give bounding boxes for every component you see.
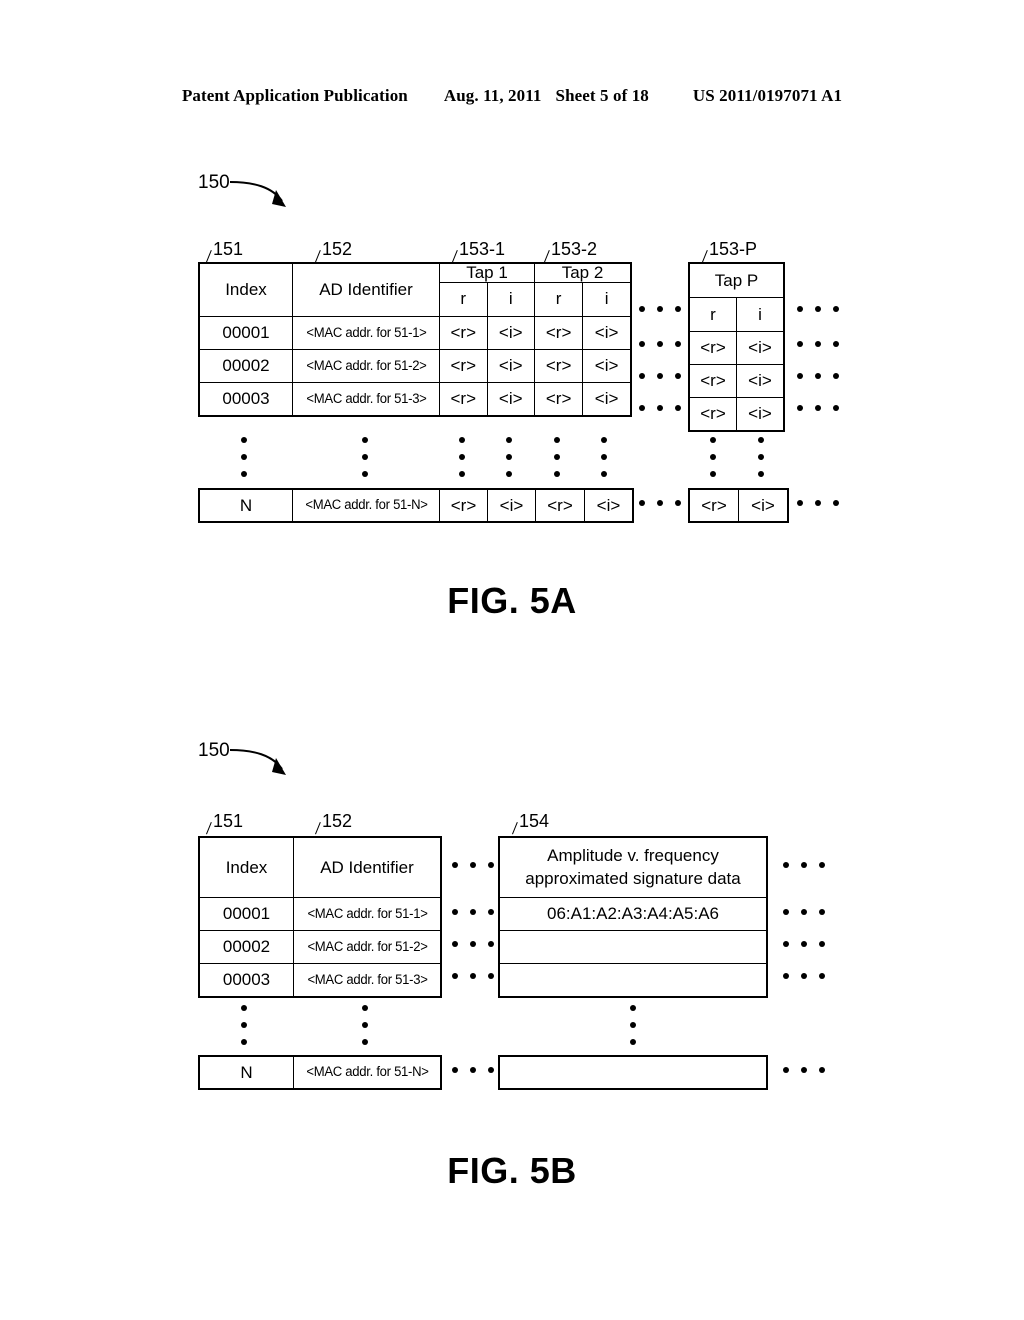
table-row [498, 930, 768, 964]
ellipsis-horizontal [452, 862, 494, 868]
table-row: N <MAC addr. for 51-N> [198, 1055, 441, 1090]
fig5b-last-row-signature [498, 1055, 768, 1090]
ellipsis-vertical [630, 1005, 636, 1045]
fig5b-last-row-table: N <MAC addr. for 51-N> [198, 1055, 442, 1090]
cell-index: 00003 [198, 963, 294, 998]
header-signature: Amplitude v. frequency approximated sign… [498, 836, 768, 898]
header-signature-line2: approximated signature data [525, 868, 741, 888]
ellipsis-horizontal [452, 909, 494, 915]
cell-index: 00002 [198, 930, 294, 964]
table-row: 06:A1:A2:A3:A4:A5:A6 [498, 897, 768, 931]
cell-signature [498, 930, 768, 964]
fig5b-header-row: Index AD Identifier [198, 836, 442, 898]
ellipsis-vertical [362, 1005, 368, 1045]
ellipsis-horizontal [783, 941, 825, 947]
reference-label-154: 154 [519, 811, 550, 831]
cell-signature [498, 1055, 768, 1090]
figure-5b: 150 151 152 154 Index AD Identifier 0000… [0, 0, 1024, 1320]
cell-signature [498, 963, 768, 998]
callout-150-arrow-5b [229, 749, 286, 775]
header-ad-identifier-5b: AD Identifier [293, 836, 442, 898]
callout-150-label-5b: 150 [198, 740, 230, 761]
ellipsis-horizontal [783, 1067, 825, 1073]
ellipsis-vertical [241, 1005, 247, 1045]
ellipsis-horizontal [452, 973, 494, 979]
cell-index: 00001 [198, 897, 294, 931]
cell-index: N [198, 1055, 294, 1090]
fig5b-signature-table: Amplitude v. frequency approximated sign… [498, 836, 768, 998]
fig5b-main-table: Index AD Identifier 00001 <MAC addr. for… [198, 836, 442, 998]
ellipsis-horizontal [452, 1067, 494, 1073]
table-row: 00001 <MAC addr. for 51-1> [198, 897, 441, 931]
reference-label-152-5b: 152 [322, 811, 353, 831]
reference-label-151-5b: 151 [213, 811, 244, 831]
table-row [498, 1055, 768, 1090]
cell-ad-identifier: <MAC addr. for 51-3> [295, 963, 440, 998]
ellipsis-horizontal [783, 862, 825, 868]
figure-caption-5b: FIG. 5B [447, 1150, 577, 1191]
cell-signature: 06:A1:A2:A3:A4:A5:A6 [498, 897, 768, 931]
ellipsis-horizontal [783, 909, 825, 915]
table-row [498, 963, 768, 998]
table-row: 00002 <MAC addr. for 51-2> [198, 930, 441, 964]
cell-ad-identifier: <MAC addr. for 51-2> [295, 930, 440, 964]
cell-ad-identifier: <MAC addr. for 51-1> [295, 897, 440, 931]
header-index-5b: Index [198, 836, 294, 898]
cell-ad-identifier: <MAC addr. for 51-N> [295, 1055, 440, 1090]
ellipsis-horizontal [452, 941, 494, 947]
ellipsis-horizontal [783, 973, 825, 979]
header-signature-line1: Amplitude v. frequency [547, 845, 719, 865]
fig5b-signature-header: Amplitude v. frequency approximated sign… [498, 836, 768, 898]
table-row: 00003 <MAC addr. for 51-3> [198, 963, 441, 998]
